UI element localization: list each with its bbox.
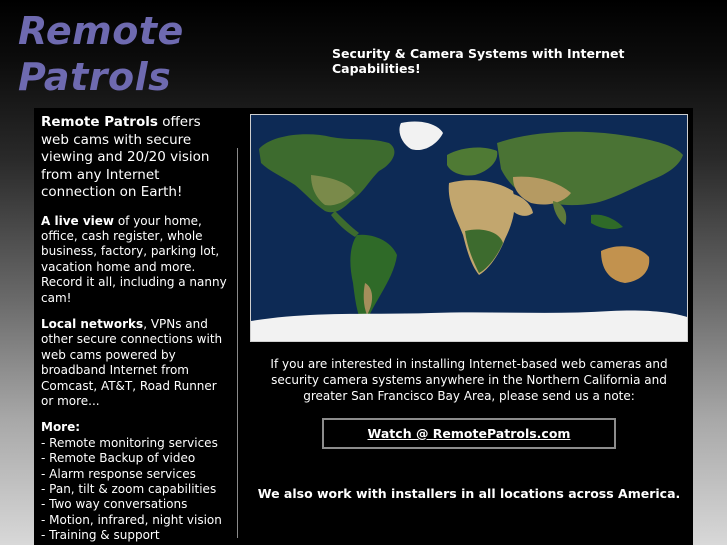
watch-remotepatrols-link[interactable]: Watch @ RemotePatrols.com xyxy=(322,418,616,449)
more-item: - Motion, infrared, night vision xyxy=(41,512,222,527)
more-item: - Pan, tilt & zoom capabilities xyxy=(41,482,217,496)
column-divider xyxy=(237,148,238,538)
more-item: - Training & support xyxy=(41,528,160,543)
intro-paragraph: Remote Patrols offers web cams with secu… xyxy=(41,114,231,202)
logo-line-1: Remote xyxy=(18,9,184,53)
more-heading: More: xyxy=(41,420,81,435)
more-item: - Two way conversations xyxy=(41,497,188,512)
logo-line-2: Patrols xyxy=(18,55,172,99)
live-view-bold: A live view xyxy=(41,213,114,228)
america-installers-text: We also work with installers in all loca… xyxy=(257,486,681,501)
left-column: Remote Patrols offers web cams with secu… xyxy=(41,114,231,544)
tagline: Security & Camera Systems with Internet … xyxy=(332,46,625,76)
world-map-graphic xyxy=(251,115,687,341)
more-list: More: - Remote monitoring services - Rem… xyxy=(41,420,231,543)
more-item: - Remote Backup of video xyxy=(41,451,196,466)
live-view-paragraph: A live view of your home, office, cash r… xyxy=(41,214,231,306)
local-networks-paragraph: Local networks, VPNs and other secure co… xyxy=(41,317,231,409)
content-panel: Remote Patrols offers web cams with secu… xyxy=(34,108,693,545)
contact-note: If you are interested in installing Inte… xyxy=(270,357,668,403)
site-logo[interactable]: Remote Patrols xyxy=(18,8,184,100)
more-item: - Remote monitoring services xyxy=(41,435,218,450)
local-networks-bold: Local networks xyxy=(41,316,144,331)
more-item: - Alarm response services xyxy=(41,466,196,481)
world-map-image xyxy=(250,114,688,342)
intro-bold: Remote Patrols xyxy=(41,114,158,130)
